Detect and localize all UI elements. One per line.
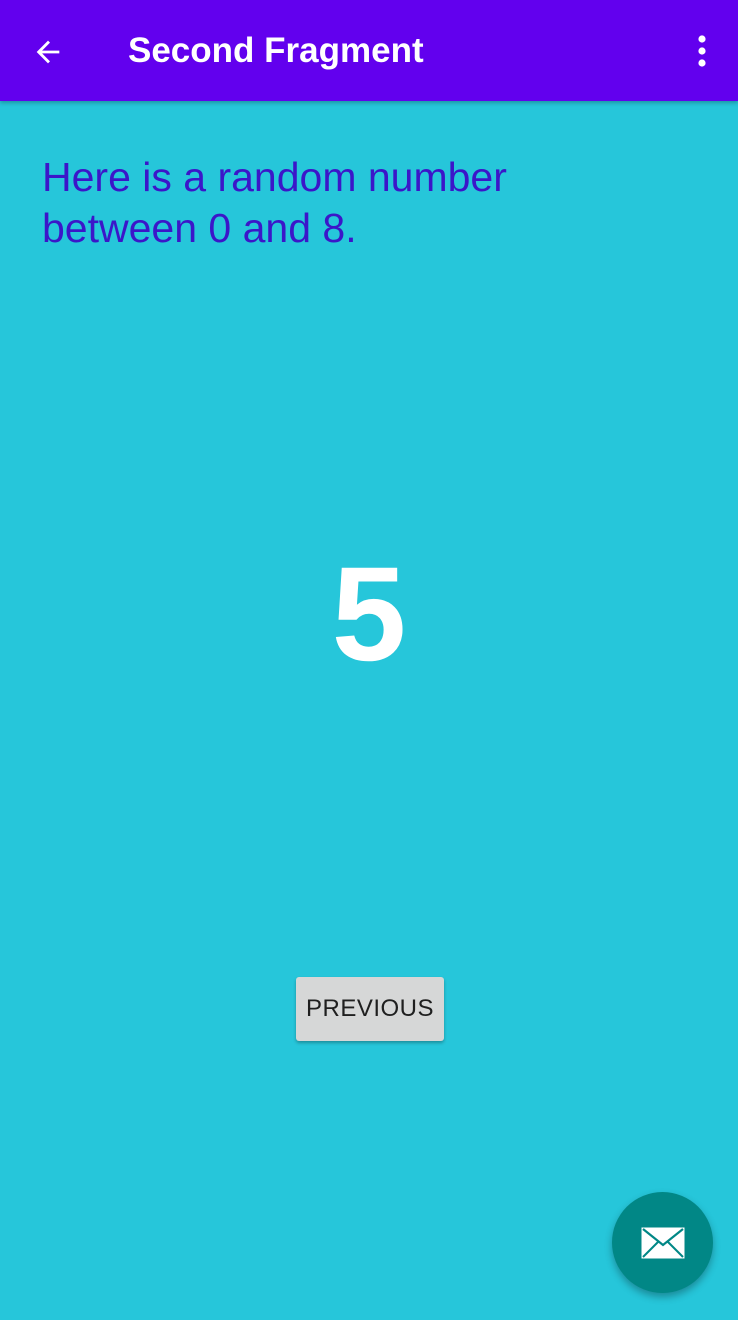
email-icon [641,1227,684,1258]
previous-button[interactable]: PREVIOUS [296,977,444,1041]
email-fab[interactable] [612,1192,713,1293]
random-number-value: 5 [331,540,407,689]
arrow-back-icon [36,40,60,64]
app-bar: Second Fragment [0,0,738,101]
back-button[interactable] [20,24,76,80]
more-vert-icon [698,35,706,67]
overflow-menu-button[interactable] [680,28,724,74]
random-number-description: Here is a random number between 0 and 8. [42,154,507,251]
toolbar-title: Second Fragment [128,31,424,70]
